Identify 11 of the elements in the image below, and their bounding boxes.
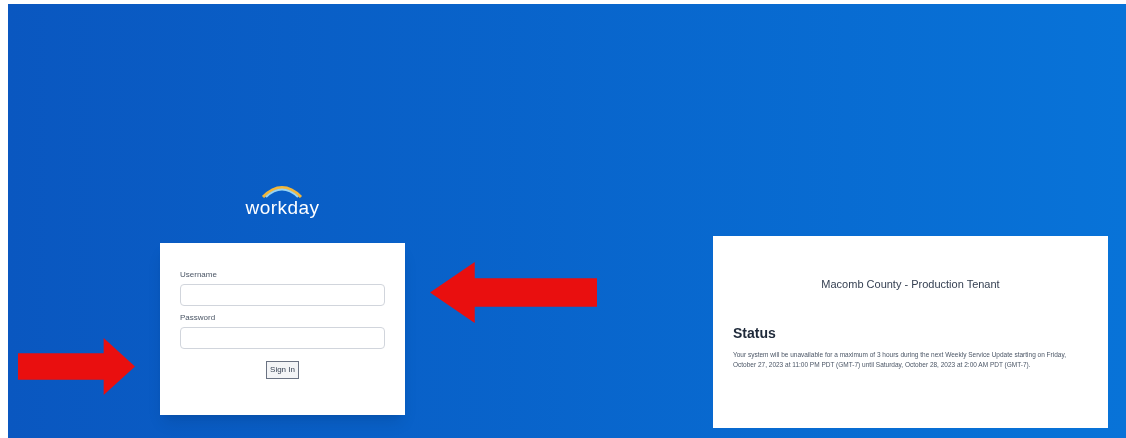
workday-logo: workday (245, 198, 320, 217)
arc-icon (261, 184, 304, 198)
input-field[interactable] (180, 327, 385, 349)
sign-in-button[interactable]: Sign In (266, 361, 299, 379)
field-label: Password (180, 312, 217, 324)
tenant-title: Macomb County - Production Tenant (820, 277, 1001, 292)
arrow-icon (18, 338, 135, 395)
input-field[interactable] (180, 284, 385, 306)
arrow-icon (430, 262, 597, 323)
field-label: Username (180, 269, 218, 281)
status-heading: Status (733, 323, 777, 343)
